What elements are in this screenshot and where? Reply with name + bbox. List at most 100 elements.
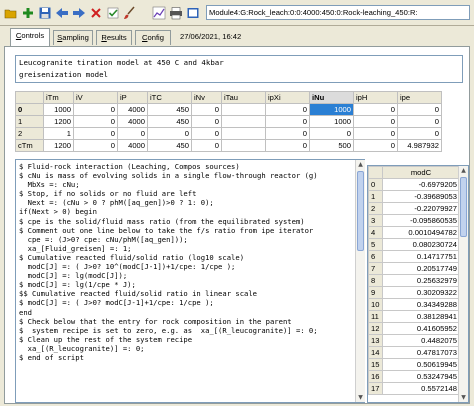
grid-cell[interactable]: 4000 [117,139,148,152]
scroll-up-icon[interactable]: ▲ [459,166,468,175]
grid-cell[interactable]: 1000 [43,103,74,116]
modc-cell[interactable]: 0.25632979 [382,274,460,287]
open-folder-button[interactable] [2,3,19,22]
modc-row-index[interactable]: 3 [368,214,383,227]
back-arrow-button[interactable] [53,3,70,22]
grid-column-header[interactable]: ipH [353,91,398,104]
module-path-field[interactable]: Module4:G:Rock_leach:0:0:4000:450:0:Rock… [206,5,470,20]
modc-row-index[interactable]: 1 [368,190,383,203]
tab-config[interactable]: Config [135,30,171,45]
script-editor[interactable]: $ Fluid-rock interaction (Leaching, Comp… [15,159,365,403]
grid-row-header[interactable]: 0 [15,103,44,116]
grid-cell[interactable]: 4000 [117,115,148,128]
modc-cell[interactable]: 0.34349288 [382,298,460,311]
grid-cell[interactable]: 0 [73,115,118,128]
grid-cell[interactable]: 0 [353,115,398,128]
modc-row-index[interactable]: 17 [368,382,383,395]
modc-cell[interactable]: -0.22079927 [382,202,460,215]
modc-cell[interactable]: 0.4482075 [382,334,460,347]
scroll-down-icon[interactable]: ▼ [459,393,468,402]
modc-row-index[interactable]: 12 [368,322,383,335]
grid-cell[interactable] [221,103,266,116]
grid-cell[interactable]: 1 [43,127,74,140]
grid-cell[interactable]: 0 [73,139,118,152]
grid-column-header[interactable]: iNv [191,91,222,104]
modc-cell[interactable]: 0.0010494782 [382,226,460,239]
forward-arrow-button[interactable] [70,3,87,22]
grid-cell[interactable]: 0 [397,115,442,128]
graph-button[interactable] [150,3,167,22]
save-button[interactable] [36,3,53,22]
add-button[interactable] [19,3,36,22]
grid-column-header[interactable]: iP [117,91,148,104]
grid-cell[interactable]: 0 [73,103,118,116]
scroll-thumb[interactable] [357,171,364,251]
grid-cell[interactable]: 0 [265,103,310,116]
grid-cell[interactable]: 0 [309,127,354,140]
script-scrollbar[interactable]: ▲ ▼ [355,160,365,402]
modc-row-index[interactable]: 5 [368,238,383,251]
grid-column-header[interactable]: iTm [43,91,74,104]
grid-column-header[interactable]: iTC [147,91,192,104]
grid-cell[interactable]: 0 [353,103,398,116]
grid-cell[interactable] [221,139,266,152]
modc-row-index[interactable]: 9 [368,286,383,299]
modc-row-index[interactable]: 11 [368,310,383,323]
grid-column-header[interactable]: iV [73,91,118,104]
grid-cell[interactable]: 0 [265,127,310,140]
grid-cell[interactable] [221,115,266,128]
delete-button[interactable] [87,3,104,22]
modc-row-index[interactable]: 10 [368,298,383,311]
grid-cell[interactable]: 0 [191,103,222,116]
modc-cell[interactable]: -0.39689053 [382,190,460,203]
modc-row-index[interactable]: 14 [368,346,383,359]
grid-cell[interactable]: 0 [353,139,398,152]
modc-row-index[interactable]: 15 [368,358,383,371]
grid-cell[interactable]: 0 [147,127,192,140]
modc-cell[interactable]: -0.095860535 [382,214,460,227]
modc-cell[interactable]: 0.47817073 [382,346,460,359]
modc-scrollbar[interactable]: ▲ ▼ [458,166,468,402]
grid-cell[interactable]: 0 [353,127,398,140]
grid-cell[interactable]: 0 [397,127,442,140]
grid-cell[interactable] [221,127,266,140]
grid-cell[interactable]: 450 [147,103,192,116]
grid-row-header[interactable]: 2 [15,127,44,140]
modc-cell[interactable]: 0.14717751 [382,250,460,263]
grid-cell[interactable]: 450 [147,115,192,128]
scroll-up-icon[interactable]: ▲ [356,160,365,169]
modc-column-header[interactable]: modC [382,166,460,179]
model-title-box[interactable]: Leucogranite tiration model at 450 C and… [15,55,463,83]
tab-controls[interactable]: Controls [10,28,50,46]
grid-cell[interactable]: 0 [265,115,310,128]
grid-column-header[interactable]: iTau [221,91,266,104]
grid-cell[interactable]: 0 [191,139,222,152]
grid-cell[interactable]: 1200 [43,115,74,128]
grid-cell[interactable]: 450 [147,139,192,152]
scroll-down-icon[interactable]: ▼ [356,393,365,402]
tab-sampling[interactable]: Sampling [53,30,93,45]
modc-cell[interactable]: 0.5572148 [382,382,460,395]
grid-row-header[interactable]: 1 [15,115,44,128]
modc-row-index[interactable]: 2 [368,202,383,215]
modc-row-index[interactable]: 13 [368,334,383,347]
grid-cell[interactable]: 1000 [309,115,354,128]
grid-column-header[interactable]: ipe [397,91,442,104]
tab-results[interactable]: Results [96,30,132,45]
grid-cell[interactable]: 4000 [117,103,148,116]
grid-cell[interactable]: 1200 [43,139,74,152]
grid-cell[interactable]: 1000 [309,103,354,116]
modc-cell[interactable]: -0.6979205 [382,178,460,191]
modc-cell[interactable]: 0.38128941 [382,310,460,323]
modc-row-index[interactable]: 0 [368,178,383,191]
grid-row-header[interactable]: cTm [15,139,44,152]
scroll-thumb[interactable] [460,177,467,237]
grid-cell[interactable]: 500 [309,139,354,152]
grid-column-header[interactable]: iNu [309,91,354,104]
modc-cell[interactable]: 0.50619945 [382,358,460,371]
modc-row-index[interactable]: 8 [368,274,383,287]
grid-column-header[interactable] [15,91,44,104]
grid-cell[interactable]: 0 [265,139,310,152]
modc-cell[interactable]: 0.080230724 [382,238,460,251]
modc-row-index[interactable]: 4 [368,226,383,239]
